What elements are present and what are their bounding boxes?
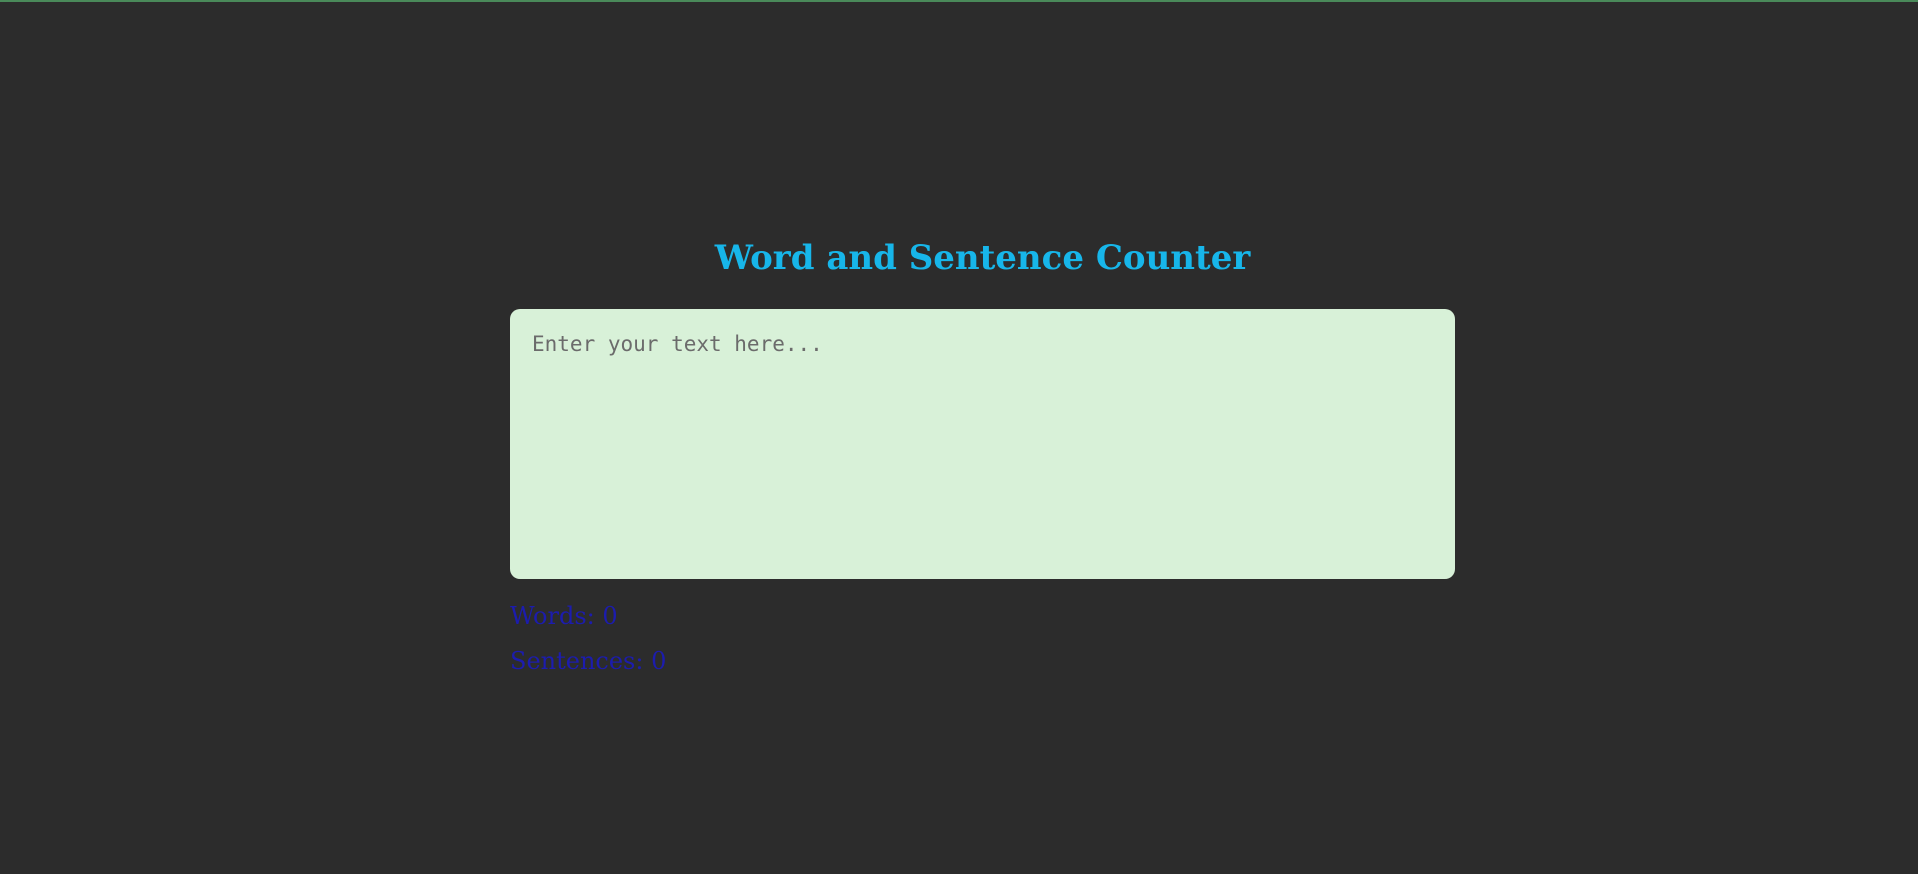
text-input[interactable] <box>510 309 1455 579</box>
sentence-count-value: 0 <box>651 647 667 675</box>
page-title: Word and Sentence Counter <box>714 238 1251 278</box>
sentence-count: Sentences: 0 <box>510 646 666 676</box>
sentence-count-label: Sentences: <box>510 647 652 675</box>
word-count-label: Words: <box>510 602 603 630</box>
word-count-value: 0 <box>602 602 618 630</box>
word-count: Words: 0 <box>510 601 618 631</box>
